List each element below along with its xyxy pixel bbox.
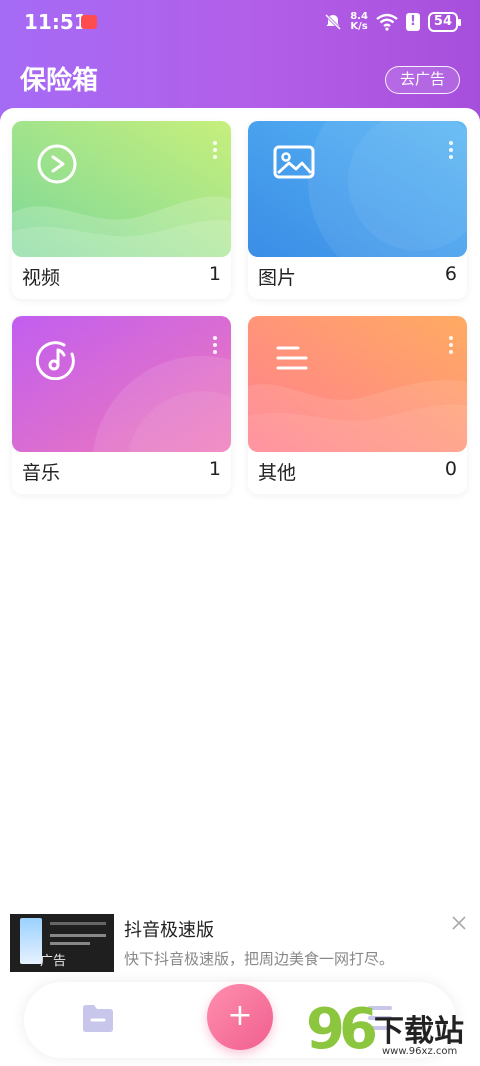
card-cover <box>12 121 231 257</box>
mute-bell-icon <box>325 13 342 31</box>
ad-thumbnail: 广告 <box>10 914 114 972</box>
battery-indicator: 54 <box>427 12 462 32</box>
more-options-icon[interactable] <box>449 141 453 159</box>
card-background <box>12 121 231 257</box>
more-options-icon[interactable] <box>213 336 217 354</box>
remove-ads-button[interactable]: 去广告 <box>384 66 460 94</box>
music-note-icon <box>36 341 75 380</box>
menu-lines-icon <box>276 346 308 370</box>
more-options-icon[interactable] <box>449 336 453 354</box>
net-speed: 8.4 K/s <box>350 12 368 32</box>
ad-tag: 广告 <box>40 954 67 969</box>
notification-app-icon <box>81 15 97 29</box>
card-label: 视频 <box>22 267 61 289</box>
ad-subtitle: 快下抖音极速版，把周边美食一网打尽。 <box>124 950 395 968</box>
card-label: 其他 <box>258 462 297 484</box>
image-icon <box>273 145 315 179</box>
net-speed-unit: K/s <box>350 21 368 32</box>
folder-icon[interactable] <box>80 1000 116 1036</box>
status-time: 11:51 <box>24 10 88 34</box>
ad-title: 抖音极速版 <box>124 920 214 941</box>
card-count: 6 <box>444 263 457 285</box>
category-card-image[interactable]: 图片 6 <box>248 121 467 299</box>
add-button[interactable]: + <box>207 984 273 1050</box>
status-icons: 8.4 K/s ! 54 <box>324 10 462 34</box>
card-cover <box>248 316 467 452</box>
ad-banner[interactable]: 广告 抖音极速版 快下抖音极速版，把周边美食一网打尽。 <box>10 914 470 972</box>
card-cover <box>12 316 231 452</box>
add-symbol: + <box>227 998 253 1033</box>
watermark-text: 下载站 <box>374 1014 464 1049</box>
card-label: 图片 <box>258 267 297 289</box>
more-options-icon[interactable] <box>213 141 217 159</box>
page-title: 保险箱 <box>20 66 99 96</box>
card-background <box>12 316 231 452</box>
watermark-number: 96 <box>306 997 378 1062</box>
wifi-icon <box>376 13 398 31</box>
play-icon <box>37 144 77 184</box>
status-bar: 11:51 8.4 K/s ! 54 <box>0 0 480 44</box>
watermark-url: www.96xz.com <box>382 1046 458 1057</box>
close-icon[interactable] <box>450 914 468 932</box>
card-label: 音乐 <box>22 462 61 484</box>
card-cover <box>248 121 467 257</box>
category-card-other[interactable]: 其他 0 <box>248 316 467 494</box>
card-background <box>248 316 467 452</box>
card-count: 0 <box>444 458 457 480</box>
card-count: 1 <box>208 458 221 480</box>
category-card-video[interactable]: 视频 1 <box>12 121 231 299</box>
category-card-music[interactable]: 音乐 1 <box>12 316 231 494</box>
alert-icon: ! <box>405 13 420 31</box>
card-count: 1 <box>208 263 221 285</box>
card-background <box>248 121 467 257</box>
site-watermark: 96 下载站 www.96xz.com <box>306 1000 476 1066</box>
